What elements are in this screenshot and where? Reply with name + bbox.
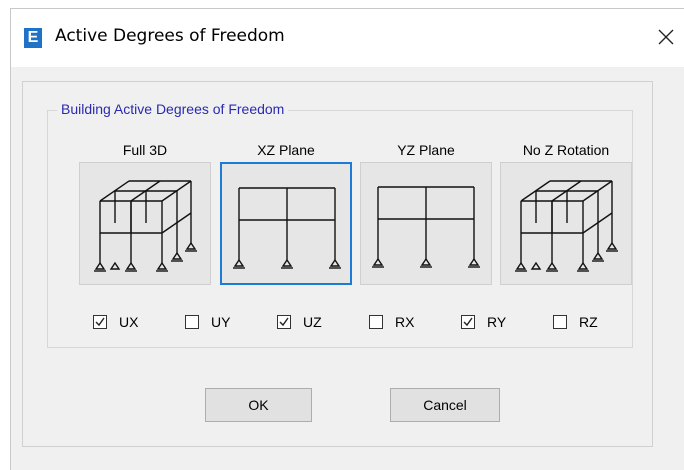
plane-label-full-3d: Full 3D — [122, 142, 168, 158]
plane-label-xz: XZ Plane — [257, 142, 315, 158]
plane-button-yz[interactable] — [360, 162, 492, 285]
checkmark-icon — [279, 317, 289, 327]
dof-label: RX — [395, 314, 415, 330]
checkbox-box[interactable] — [185, 315, 199, 329]
dof-label: RY — [487, 314, 507, 330]
frame-yz-icon — [372, 186, 480, 268]
checkbox-box[interactable] — [93, 315, 107, 329]
plane-button-xz[interactable] — [220, 162, 352, 285]
dialog-title: Active Degrees of Freedom — [55, 26, 285, 46]
title-bar: E Active Degrees of Freedom — [11, 9, 684, 67]
app-icon: E — [24, 28, 42, 48]
checkbox-box[interactable] — [277, 315, 291, 329]
dof-label: UX — [119, 314, 139, 330]
plane-label-no-z-rotation: No Z Rotation — [522, 142, 610, 158]
checkbox-box[interactable] — [461, 315, 475, 329]
close-button[interactable] — [651, 22, 681, 52]
dof-label: UZ — [303, 314, 322, 330]
frame-3d-icon — [94, 180, 197, 272]
dof-label: UY — [211, 314, 231, 330]
checkmark-icon — [463, 317, 473, 327]
checkbox-box[interactable] — [553, 315, 567, 329]
close-icon — [658, 29, 674, 45]
checkbox-box[interactable] — [369, 315, 383, 329]
ok-button[interactable]: OK — [205, 388, 312, 422]
plane-label-yz: YZ Plane — [397, 142, 455, 158]
plane-button-no-z-rotation[interactable] — [500, 162, 632, 285]
cancel-button[interactable]: Cancel — [390, 388, 500, 422]
groupbox-title: Building Active Degrees of Freedom — [57, 101, 289, 117]
plane-button-full-3d[interactable] — [79, 162, 211, 285]
checkmark-icon — [95, 317, 105, 327]
dof-label: RZ — [579, 314, 598, 330]
frame-3d-icon — [515, 180, 618, 272]
frame-xz-icon — [233, 187, 341, 269]
